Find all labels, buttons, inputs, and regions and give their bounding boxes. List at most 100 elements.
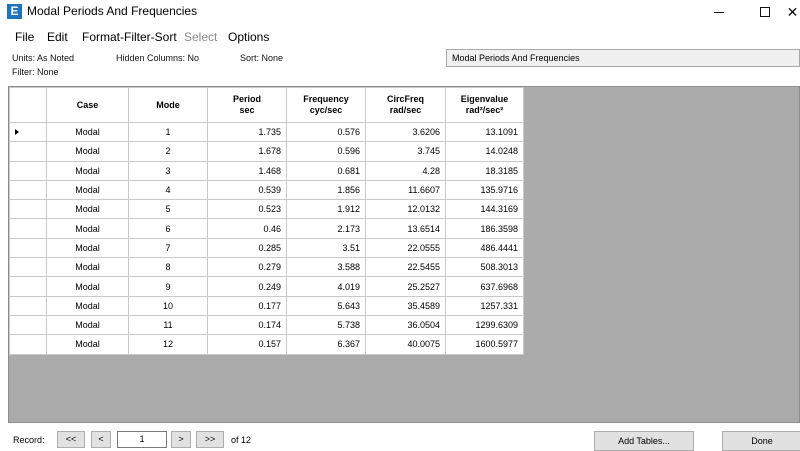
table-cell[interactable]: Modal <box>46 141 129 162</box>
header-period[interactable]: Period sec <box>207 87 287 123</box>
header-case[interactable]: Case <box>46 87 129 123</box>
table-cell[interactable]: Modal <box>46 257 129 278</box>
table-cell[interactable]: 4 <box>128 179 208 201</box>
table-cell[interactable]: 22.0555 <box>365 237 446 259</box>
table-cell[interactable]: 13.1091 <box>445 121 524 143</box>
table-cell[interactable]: 0.681 <box>286 160 366 181</box>
menu-options[interactable]: Options <box>228 30 269 45</box>
table-row[interactable]: Modal 4 0.539 1.856 11.6607 135.9716 <box>9 179 524 201</box>
row-selector[interactable] <box>9 121 47 143</box>
table-cell[interactable]: 35.4589 <box>365 295 446 316</box>
table-cell[interactable]: 0.249 <box>207 276 287 297</box>
table-cell[interactable]: Modal <box>46 314 129 336</box>
table-cell[interactable]: 1.856 <box>286 179 366 201</box>
table-cell[interactable]: 0.523 <box>207 199 287 220</box>
table-cell[interactable]: 1257.331 <box>445 295 524 316</box>
table-row[interactable]: Modal 2 1.678 0.596 3.745 14.0248 <box>9 141 524 162</box>
table-cell[interactable]: 0.285 <box>207 237 287 259</box>
menu-select[interactable]: Select <box>184 30 217 45</box>
minimize-button[interactable] <box>696 0 741 24</box>
table-cell[interactable]: 2.173 <box>286 218 366 239</box>
record-number-input[interactable]: 1 <box>117 431 167 448</box>
header-eigenvalue[interactable]: Eigenvalue rad²/sec² <box>445 87 524 123</box>
table-cell[interactable]: 0.279 <box>207 257 287 278</box>
table-cell[interactable]: 6.367 <box>286 334 366 355</box>
table-cell[interactable]: Modal <box>46 276 129 297</box>
table-row[interactable]: Modal 12 0.157 6.367 40.0075 1600.5977 <box>9 334 524 355</box>
table-cell[interactable]: 508.3013 <box>445 257 524 278</box>
table-cell[interactable]: 637.6968 <box>445 276 524 297</box>
table-row[interactable]: Modal 10 0.177 5.643 35.4589 1257.331 <box>9 295 524 316</box>
table-row[interactable]: Modal 3 1.468 0.681 4.28 18.3185 <box>9 160 524 181</box>
table-cell[interactable]: Modal <box>46 237 129 259</box>
row-selector[interactable] <box>9 160 47 181</box>
table-cell[interactable]: 1600.5977 <box>445 334 524 355</box>
table-cell[interactable]: 1 <box>128 121 208 143</box>
table-cell[interactable]: Modal <box>46 199 129 220</box>
table-cell[interactable]: Modal <box>46 334 129 355</box>
table-row[interactable]: Modal 6 0.46 2.173 13.6514 186.3598 <box>9 218 524 239</box>
table-cell[interactable]: 7 <box>128 237 208 259</box>
row-selector[interactable] <box>9 218 47 239</box>
table-cell[interactable]: 8 <box>128 257 208 278</box>
row-selector[interactable] <box>9 295 47 316</box>
first-record-button[interactable]: << <box>57 431 85 448</box>
row-selector[interactable] <box>9 276 47 297</box>
add-tables-button[interactable]: Add Tables... <box>594 431 694 451</box>
row-selector[interactable] <box>9 257 47 278</box>
table-cell[interactable]: Modal <box>46 160 129 181</box>
table-cell[interactable]: 0.576 <box>286 121 366 143</box>
maximize-button[interactable] <box>742 0 787 24</box>
table-row[interactable]: Modal 9 0.249 4.019 25.2527 637.6968 <box>9 276 524 297</box>
next-record-button[interactable]: > <box>171 431 191 448</box>
table-cell[interactable]: 11 <box>128 314 208 336</box>
table-cell[interactable]: 12 <box>128 334 208 355</box>
table-row[interactable]: Modal 11 0.174 5.738 36.0504 1299.6309 <box>9 314 524 336</box>
table-cell[interactable]: 4.28 <box>365 160 446 181</box>
close-button[interactable]: ✕ <box>785 0 800 24</box>
table-cell[interactable]: 18.3185 <box>445 160 524 181</box>
table-row[interactable]: Modal 7 0.285 3.51 22.0555 486.4441 <box>9 237 524 259</box>
row-selector[interactable] <box>9 179 47 201</box>
menu-file[interactable]: File <box>15 30 34 45</box>
table-cell[interactable]: 5.643 <box>286 295 366 316</box>
table-cell[interactable]: 36.0504 <box>365 314 446 336</box>
table-cell[interactable]: Modal <box>46 179 129 201</box>
header-mode[interactable]: Mode <box>128 87 208 123</box>
header-frequency[interactable]: Frequency cyc/sec <box>286 87 366 123</box>
table-cell[interactable]: 1.912 <box>286 199 366 220</box>
table-cell[interactable]: 3.588 <box>286 257 366 278</box>
header-circfreq[interactable]: CircFreq rad/sec <box>365 87 446 123</box>
table-cell[interactable]: 4.019 <box>286 276 366 297</box>
menu-edit[interactable]: Edit <box>47 30 68 45</box>
table-cell[interactable]: 3 <box>128 160 208 181</box>
table-cell[interactable]: 11.6607 <box>365 179 446 201</box>
table-cell[interactable]: 486.4441 <box>445 237 524 259</box>
table-cell[interactable]: 0.177 <box>207 295 287 316</box>
row-selector[interactable] <box>9 199 47 220</box>
prev-record-button[interactable]: < <box>91 431 111 448</box>
table-cell[interactable]: 0.596 <box>286 141 366 162</box>
row-selector[interactable] <box>9 237 47 259</box>
table-row[interactable]: Modal 5 0.523 1.912 12.0132 144.3169 <box>9 199 524 220</box>
table-cell[interactable]: 9 <box>128 276 208 297</box>
table-cell[interactable]: 1.468 <box>207 160 287 181</box>
table-row[interactable]: Modal 1 1.735 0.576 3.6206 13.1091 <box>9 121 524 143</box>
table-cell[interactable]: 144.3169 <box>445 199 524 220</box>
table-cell[interactable]: 1.735 <box>207 121 287 143</box>
table-cell[interactable]: 25.2527 <box>365 276 446 297</box>
table-cell[interactable]: 1299.6309 <box>445 314 524 336</box>
table-cell[interactable]: 3.6206 <box>365 121 446 143</box>
table-cell[interactable]: 14.0248 <box>445 141 524 162</box>
table-cell[interactable]: 5 <box>128 199 208 220</box>
table-cell[interactable]: 12.0132 <box>365 199 446 220</box>
table-cell[interactable]: 135.9716 <box>445 179 524 201</box>
row-selector[interactable] <box>9 141 47 162</box>
table-cell[interactable]: 22.5455 <box>365 257 446 278</box>
table-cell[interactable]: 0.46 <box>207 218 287 239</box>
table-cell[interactable]: 1.678 <box>207 141 287 162</box>
row-selector[interactable] <box>9 334 47 355</box>
table-cell[interactable]: 40.0075 <box>365 334 446 355</box>
table-cell[interactable]: 3.745 <box>365 141 446 162</box>
table-cell[interactable]: 13.6514 <box>365 218 446 239</box>
